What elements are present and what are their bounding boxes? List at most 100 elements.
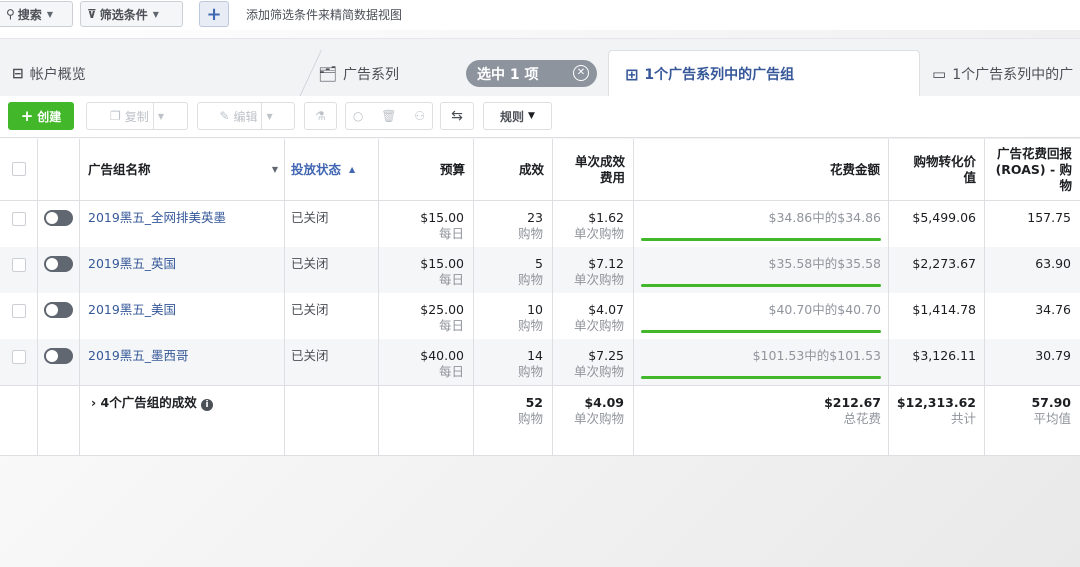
tab-ads-label: 1个广告系列中的广 — [952, 66, 1074, 83]
adset-name-link[interactable]: 2019黑五_全网排美英墨 — [88, 210, 226, 226]
level-tab-bar: ⊟ 帐户概览 🗂 广告系列 选中 1 项 ✕ ⊞ 1个广告系列中的广告组 ▭ 1… — [0, 38, 1080, 97]
refresh-icon[interactable]: ○ — [353, 109, 363, 123]
summary-results-type: 购物 — [517, 411, 543, 427]
column-header-results[interactable]: 成效 — [474, 139, 552, 201]
summary-roas: 57.90 平均值 — [1031, 395, 1071, 428]
column-divider — [37, 139, 38, 456]
cost-cell: $4.07 单次购物 — [574, 302, 624, 335]
purchase-value: $5,499.06 — [912, 210, 976, 225]
roas-value: 30.79 — [1035, 348, 1071, 363]
budget-period: 每日 — [438, 318, 464, 334]
summary-row: › 4个广告组的成效 i 52 购物 $4.09 单次购物 $212.67 总花费 $… — [0, 385, 1080, 455]
row-checkbox[interactable] — [12, 258, 26, 272]
purchase-value: $1,414.78 — [912, 302, 976, 317]
rules-button[interactable]: 规则 ▼ — [483, 102, 552, 130]
adset-name-link[interactable]: 2019黑五_英国 — [88, 256, 176, 272]
chevron-down-icon: ▼ — [157, 111, 164, 121]
delivery-status: 已关闭 — [291, 348, 329, 363]
results-type: 购物 — [517, 318, 543, 334]
flask-icon: ⚗ — [315, 109, 326, 123]
column-divider — [888, 139, 889, 456]
duplicate-button[interactable]: ❐ 复制 ▼ — [86, 102, 188, 130]
edit-button[interactable]: ✎ 编辑 ▼ — [197, 102, 295, 130]
summary-value-type: 共计 — [950, 411, 976, 427]
header-divider — [0, 200, 1080, 201]
table-row[interactable]: 2019黑五_全网排美英墨 已关闭 $15.00 每日 23 购物 $1.62 单次购… — [0, 201, 1080, 247]
tab-adsets[interactable]: ⊞ 1个广告系列中的广告组 — [608, 50, 920, 97]
table-row[interactable]: 2019黑五_美国 已关闭 $25.00 每日 10 购物 $4.07 单次购物 $4… — [0, 293, 1080, 339]
search-icon: ⚲ — [6, 7, 15, 21]
summary-spend-type: 总花费 — [843, 411, 881, 427]
trash-icon[interactable]: 🗑 — [381, 109, 396, 123]
column-divider — [79, 139, 80, 456]
chevron-down-icon: ▼ — [266, 111, 273, 121]
cost-value: $4.07 — [588, 302, 624, 317]
duplicate-label: 复制 — [124, 109, 149, 124]
roas-value: 34.76 — [1035, 302, 1071, 317]
chevron-down-icon: ▼ — [46, 9, 53, 19]
search-button[interactable]: ⚲ 搜索 ▼ — [0, 1, 73, 27]
status-toggle[interactable] — [44, 302, 73, 318]
tab-account-overview[interactable]: ⊟ 帐户概览 — [12, 50, 86, 97]
column-divider — [473, 139, 474, 456]
table-row[interactable]: 2019黑五_墨西哥 已关闭 $40.00 每日 14 购物 $7.25 单次购物 $… — [0, 339, 1080, 385]
results-cell: 14 购物 — [518, 348, 543, 381]
row-checkbox[interactable] — [12, 212, 26, 226]
audience-icon[interactable]: ⚇ — [414, 109, 425, 123]
delivery-status: 已关闭 — [291, 210, 329, 225]
budget-cell: $40.00 每日 — [420, 348, 464, 381]
column-header-budget[interactable]: 预算 — [379, 139, 473, 201]
summary-cost-type: 单次购物 — [573, 411, 624, 427]
create-button[interactable]: + 创建 — [8, 102, 74, 130]
roas-value: 63.90 — [1035, 256, 1071, 271]
budget-cell: $15.00 每日 — [420, 210, 464, 243]
column-header-status[interactable]: 投放状态 ▲ — [291, 139, 371, 201]
select-all-checkbox[interactable] — [12, 162, 26, 176]
cost-value: $7.12 — [588, 256, 624, 271]
pencil-icon: ✎ — [219, 109, 230, 123]
budget-period: 每日 — [438, 226, 464, 242]
rules-label: 规则 — [500, 109, 525, 124]
table-row[interactable]: 2019黑五_英国 已关闭 $15.00 每日 5 购物 $7.12 单次购物 $35… — [0, 247, 1080, 293]
status-toggle[interactable] — [44, 210, 73, 226]
clear-selection-icon[interactable]: ✕ — [573, 65, 589, 81]
roas-value: 157.75 — [1027, 210, 1071, 225]
column-header-purchase-value[interactable]: 购物转化价值 — [889, 139, 984, 201]
selection-pill[interactable]: 选中 1 项 ✕ — [466, 60, 597, 87]
status-toggle[interactable] — [44, 256, 73, 272]
summary-spend: $212.67 总花费 — [824, 395, 881, 428]
summary-results: 52 购物 — [518, 395, 543, 428]
summary-label-group[interactable]: › 4个广告组的成效 i — [91, 395, 214, 411]
summary-label: 4个广告组的成效 — [100, 395, 197, 410]
budget-cell: $25.00 每日 — [420, 302, 464, 335]
tab-campaigns[interactable]: 🗂 广告系列 — [318, 50, 399, 97]
status-toggle[interactable] — [44, 348, 73, 364]
budget-period: 每日 — [438, 272, 464, 288]
spend-progress-bar — [641, 238, 881, 241]
column-header-spend[interactable]: 花费金额 — [634, 139, 888, 201]
column-header-roas[interactable]: 广告花费回报 (ROAS) - 购物 — [985, 139, 1080, 201]
adset-name-link[interactable]: 2019黑五_美国 — [88, 302, 176, 318]
column-header-cost[interactable]: 单次成效费用 — [553, 139, 633, 201]
row-checkbox[interactable] — [12, 304, 26, 318]
cost-type: 单次购物 — [573, 226, 624, 242]
preview-icon: ⇆ — [451, 108, 463, 124]
summary-roas-type: 平均值 — [1033, 411, 1071, 427]
results-cell: 5 购物 — [518, 256, 543, 289]
tab-ads[interactable]: ▭ 1个广告系列中的广 — [932, 50, 1073, 97]
action-toolbar: + 创建 ❐ 复制 ▼ ✎ 编辑 ▼ ⚗ ○ 🗑 ⚇ ⇆ 规则 ▼ — [0, 96, 1080, 138]
spend-text: $40.70中的$40.70 — [768, 302, 881, 317]
filter-button[interactable]: ⊽ 筛选条件 ▼ — [80, 1, 183, 27]
results-value: 23 — [527, 210, 543, 225]
column-header-name[interactable]: 广告组名称 ▼ — [88, 139, 278, 201]
add-filter-button[interactable]: + — [199, 1, 229, 27]
ab-test-button[interactable]: ⚗ — [304, 102, 337, 130]
column-divider — [378, 139, 379, 456]
cost-cell: $7.12 单次购物 — [574, 256, 624, 289]
row-checkbox[interactable] — [12, 350, 26, 364]
summary-spend-value: $212.67 — [824, 395, 881, 410]
adset-name-link[interactable]: 2019黑五_墨西哥 — [88, 348, 189, 364]
preview-button[interactable]: ⇆ — [440, 102, 474, 130]
filter-icon: ⊽ — [87, 7, 97, 21]
info-icon[interactable]: i — [201, 399, 214, 411]
